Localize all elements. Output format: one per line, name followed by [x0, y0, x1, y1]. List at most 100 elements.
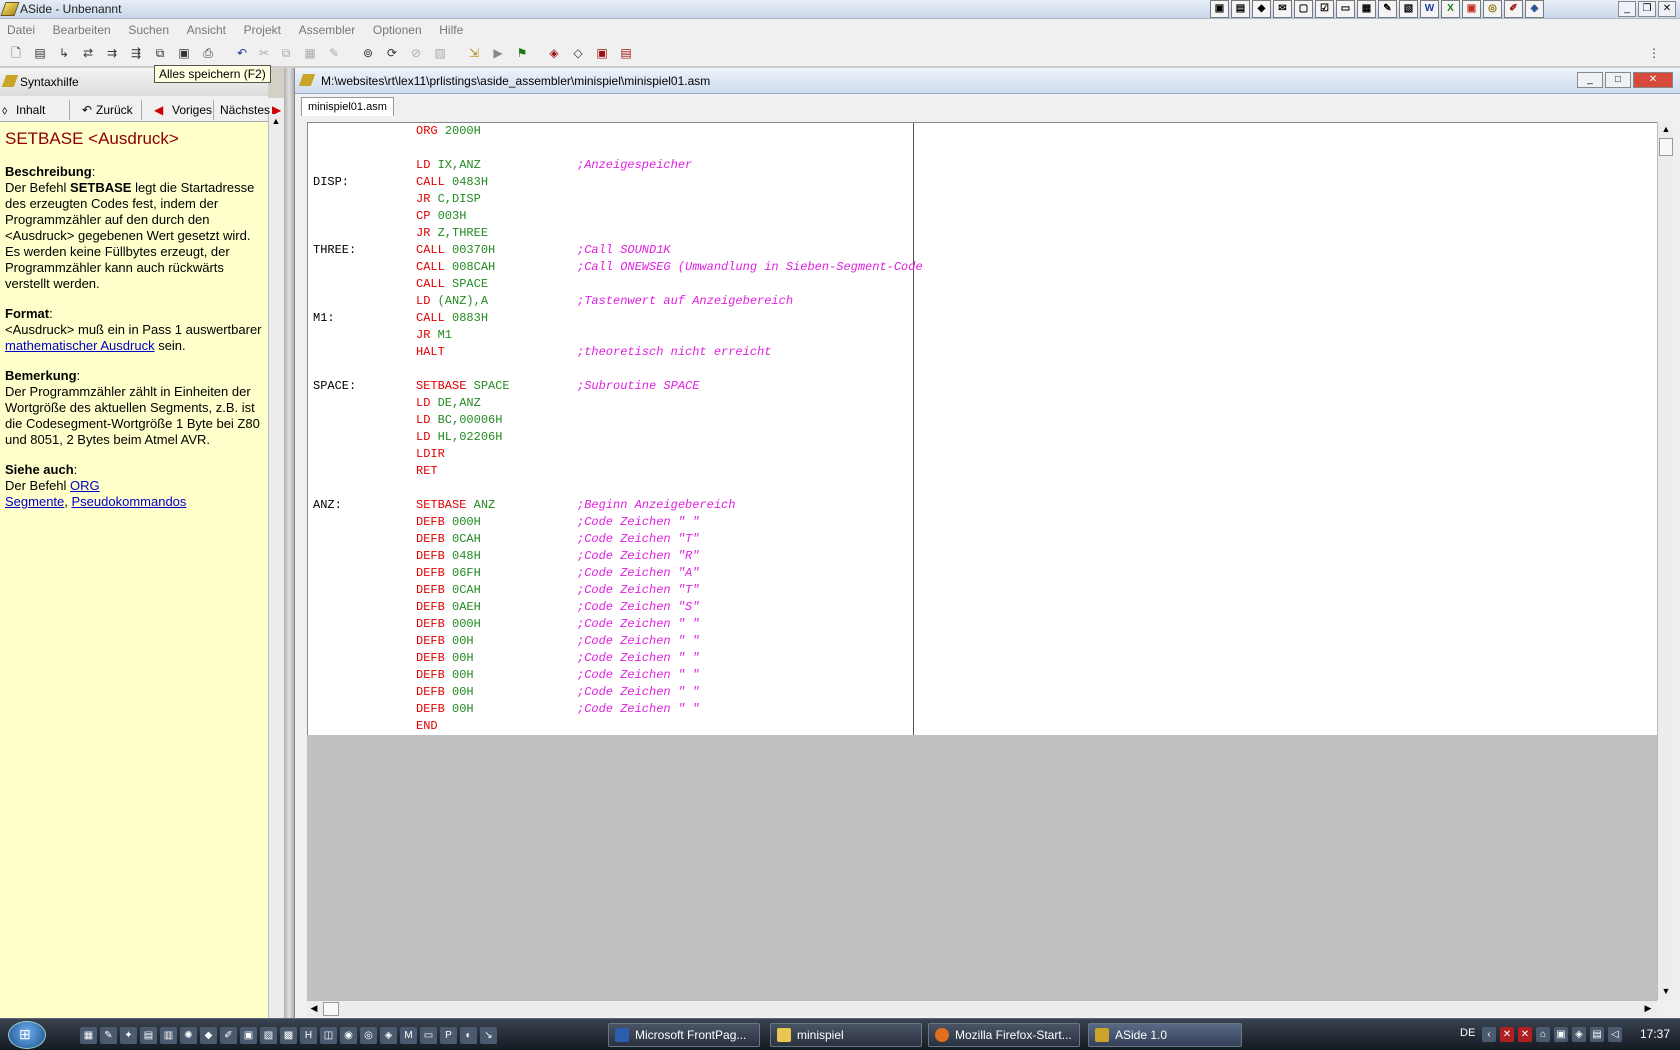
- scroll-thumb[interactable]: [1659, 138, 1673, 156]
- find-icon[interactable]: ⊚: [360, 45, 376, 61]
- code-editor[interactable]: ORG 2000H LD IX,ANZ ;Anzeigespeicher DISP:…: [307, 122, 1657, 736]
- task-minispiel[interactable]: minispiel: [770, 1023, 922, 1047]
- replace-icon[interactable]: ⊘: [408, 45, 424, 61]
- app-shortcut-icon[interactable]: ◉: [340, 1027, 357, 1044]
- run-icon[interactable]: ▶: [490, 45, 506, 61]
- app-shortcut-icon[interactable]: ✺: [180, 1027, 197, 1044]
- app-shortcut-icon[interactable]: ▥: [160, 1027, 177, 1044]
- app-shortcut-icon[interactable]: ◈: [1525, 0, 1544, 18]
- undo-icon[interactable]: ↶: [234, 45, 250, 61]
- task-frontpage[interactable]: Microsoft FrontPag...: [608, 1023, 760, 1047]
- excel-icon[interactable]: X: [1441, 0, 1460, 18]
- toolbar-options-icon[interactable]: ⋮: [1646, 45, 1662, 61]
- app-shortcut-icon[interactable]: ✐: [1504, 0, 1523, 18]
- find-next-icon[interactable]: ⟳: [384, 45, 400, 61]
- help-prev-button[interactable]: ◀ Voriges: [152, 100, 214, 120]
- app-shortcut-icon[interactable]: ✎: [100, 1027, 117, 1044]
- minimize-icon[interactable]: _: [1618, 1, 1636, 17]
- horizontal-scrollbar[interactable]: ◀ ▶: [307, 1000, 1657, 1016]
- scroll-left-icon[interactable]: ◀: [307, 1001, 321, 1015]
- scroll-up-icon[interactable]: ▲: [269, 114, 283, 128]
- tray-icon[interactable]: ▣: [1554, 1027, 1568, 1042]
- app-shortcut-icon[interactable]: ◆: [1252, 0, 1271, 18]
- print-icon[interactable]: ⎙: [200, 45, 216, 61]
- app-shortcut-icon[interactable]: ◫: [320, 1027, 337, 1044]
- scroll-up-icon[interactable]: ▲: [1659, 122, 1673, 136]
- scroll-thumb[interactable]: [323, 1002, 339, 1016]
- menu-item-optionen[interactable]: Optionen: [366, 19, 429, 41]
- task-aside[interactable]: ASide 1.0: [1088, 1023, 1242, 1047]
- menu-item-projekt[interactable]: Projekt: [237, 19, 288, 41]
- maximize-icon[interactable]: □: [1605, 72, 1631, 88]
- language-indicator[interactable]: DE: [1460, 1027, 1475, 1039]
- cut-icon[interactable]: ✂: [256, 45, 272, 61]
- segments-link[interactable]: Segmente: [5, 494, 64, 509]
- app-shortcut-icon[interactable]: P: [440, 1027, 457, 1044]
- app-shortcut-icon[interactable]: ✦: [120, 1027, 137, 1044]
- copy-icon[interactable]: ⧉: [278, 45, 294, 61]
- close-all-icon[interactable]: ⇶: [128, 45, 144, 61]
- app-shortcut-icon[interactable]: ▢: [1294, 0, 1313, 18]
- delete-icon[interactable]: ✎: [326, 45, 342, 61]
- close-icon[interactable]: ✕: [1658, 1, 1676, 17]
- app-shortcut-icon[interactable]: ▤: [1231, 0, 1250, 18]
- show-desktop-icon[interactable]: ▦: [80, 1027, 97, 1044]
- program-icon[interactable]: ▣: [594, 45, 610, 61]
- erase-icon[interactable]: ◈: [546, 45, 562, 61]
- menu-item-assembler[interactable]: Assembler: [292, 19, 363, 41]
- network-icon[interactable]: ▤: [1590, 1027, 1604, 1042]
- export-icon[interactable]: ▤: [618, 45, 634, 61]
- app-shortcut-icon[interactable]: ▣: [1462, 0, 1481, 18]
- minimize-icon[interactable]: _: [1577, 72, 1603, 88]
- app-shortcut-icon[interactable]: H: [300, 1027, 317, 1044]
- debug-icon[interactable]: ⚑: [514, 45, 530, 61]
- help-scrollbar[interactable]: ▲: [268, 114, 284, 1018]
- volume-icon[interactable]: ◁: [1608, 1027, 1622, 1042]
- mail-icon[interactable]: ✉: [1273, 0, 1292, 18]
- help-contents-button[interactable]: ⬨ Inhalt: [0, 100, 70, 120]
- app-shortcut-icon[interactable]: ▧: [260, 1027, 277, 1044]
- app-shortcut-icon[interactable]: ▦: [1357, 0, 1376, 18]
- org-link[interactable]: ORG: [70, 478, 100, 493]
- app-shortcut-icon[interactable]: ▩: [280, 1027, 297, 1044]
- tray-icon[interactable]: ⌂: [1536, 1027, 1550, 1042]
- open-recent-icon[interactable]: ↳: [56, 45, 72, 61]
- tray-icon[interactable]: ✕: [1500, 1027, 1514, 1042]
- app-shortcut-icon[interactable]: ✐: [220, 1027, 237, 1044]
- app-shortcut-icon[interactable]: ▭: [420, 1027, 437, 1044]
- word-icon[interactable]: W: [1420, 0, 1439, 18]
- restore-icon[interactable]: ❐: [1638, 1, 1656, 17]
- app-shortcut-icon[interactable]: ▣: [1210, 0, 1229, 18]
- close-icon[interactable]: ✕: [1633, 72, 1673, 88]
- math-expression-link[interactable]: mathematischer Ausdruck: [5, 338, 155, 353]
- pseudo-commands-link[interactable]: Pseudokommandos: [72, 494, 187, 509]
- save-icon[interactable]: ⧉: [152, 45, 168, 61]
- chevron-left-icon[interactable]: ‹: [1482, 1027, 1496, 1042]
- app-shortcut-icon[interactable]: ◎: [1483, 0, 1502, 18]
- app-shortcut-icon[interactable]: ☑: [1315, 0, 1334, 18]
- help-back-button[interactable]: ↶ Zurück: [80, 100, 142, 120]
- firefox-icon[interactable]: ◐: [460, 1027, 477, 1044]
- menu-item-suchen[interactable]: Suchen: [121, 19, 176, 41]
- vertical-scrollbar[interactable]: ▲ ▼: [1657, 122, 1673, 1000]
- menu-item-datei[interactable]: Datei: [0, 19, 42, 41]
- menu-item-bearbeiten[interactable]: Bearbeiten: [46, 19, 118, 41]
- tab-minispiel01[interactable]: minispiel01.asm: [301, 97, 394, 116]
- app-shortcut-icon[interactable]: ▣: [240, 1027, 257, 1044]
- tray-icon[interactable]: ◈: [1572, 1027, 1586, 1042]
- goto-icon[interactable]: ▨: [432, 45, 448, 61]
- app-shortcut-icon[interactable]: ▭: [1336, 0, 1355, 18]
- scroll-right-icon[interactable]: ▶: [1641, 1001, 1655, 1015]
- menu-item-ansicht[interactable]: Ansicht: [180, 19, 233, 41]
- scroll-down-icon[interactable]: ▼: [1659, 984, 1673, 998]
- assemble-icon[interactable]: ⇲: [466, 45, 482, 61]
- paste-icon[interactable]: ▦: [302, 45, 318, 61]
- app-shortcut-icon[interactable]: ✎: [1378, 0, 1397, 18]
- save-all-icon[interactable]: ▣: [176, 45, 192, 61]
- app-shortcut-icon[interactable]: ◈: [380, 1027, 397, 1044]
- open-file-icon[interactable]: ▤: [32, 45, 48, 61]
- new-file-icon[interactable]: 🗋: [8, 45, 24, 61]
- close-file-icon[interactable]: ⇉: [104, 45, 120, 61]
- app-shortcut-icon[interactable]: ▤: [140, 1027, 157, 1044]
- app-shortcut-icon[interactable]: ▧: [1399, 0, 1418, 18]
